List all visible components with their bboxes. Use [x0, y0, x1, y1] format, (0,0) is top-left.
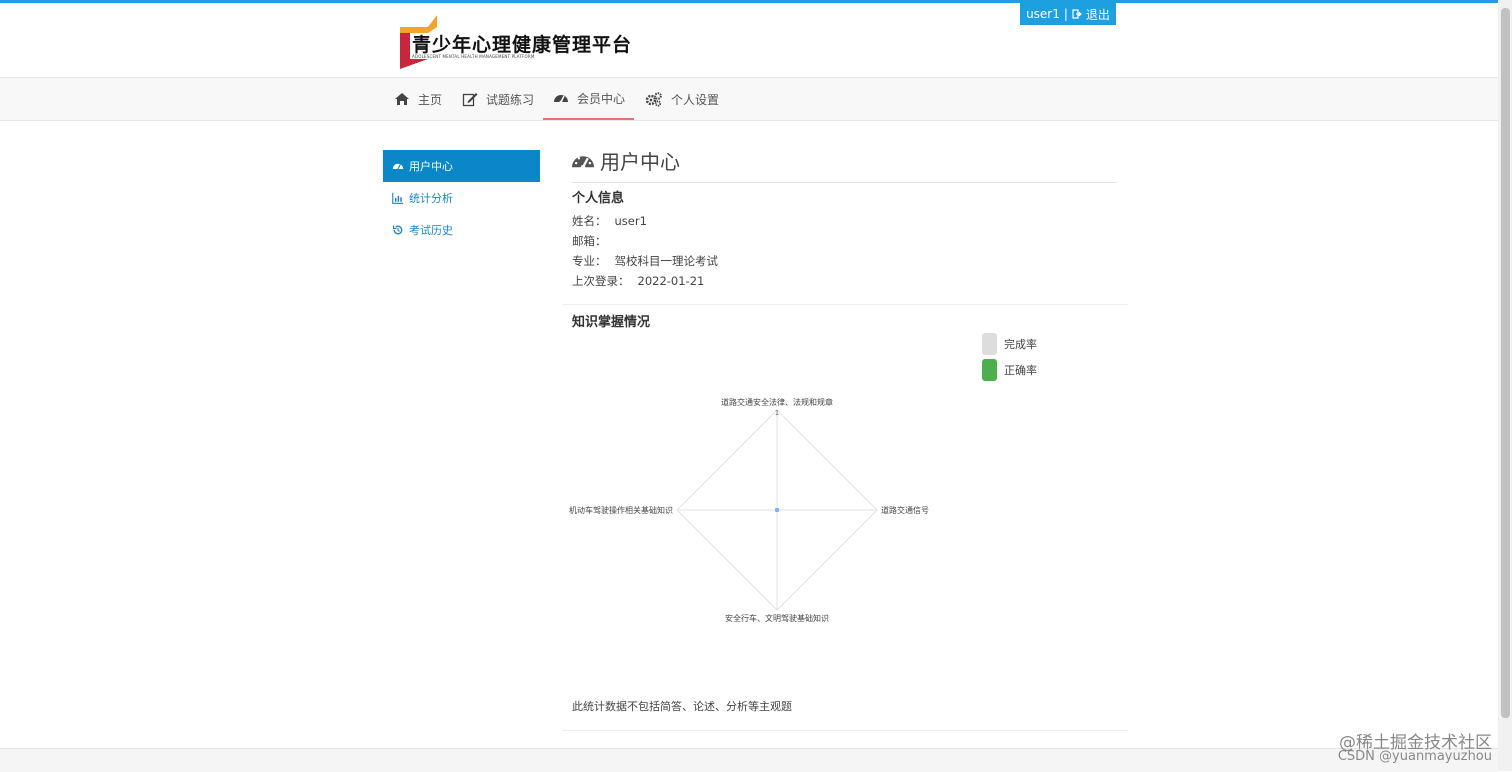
watermark-csdn: CSDN @yuanmayuzhou	[1337, 749, 1492, 764]
site-logo[interactable]: 青少年心理健康管理平台 ADOLESCENT MENTAL HEALTH MAN…	[398, 13, 631, 71]
sidebar-label-statistics: 统计分析	[409, 192, 453, 205]
info-label: 姓名：	[572, 214, 607, 228]
user-separator: |	[1063, 7, 1068, 21]
nav-item-member-center[interactable]: 会员中心	[543, 78, 634, 120]
info-label: 邮箱：	[572, 234, 607, 248]
dashboard-icon	[392, 163, 404, 170]
radar-point	[775, 508, 779, 512]
logo-title: 青少年心理健康管理平台	[412, 34, 633, 56]
knowledge-radar-chart: 道路交通安全法律、法规和规章道路交通信号安全行车、文明驾驶基础知识 机动车驾驶操作…	[569, 397, 929, 623]
scrollbar-thumb[interactable]	[1501, 8, 1510, 718]
page-title: 用户中心	[572, 146, 680, 175]
edit-icon	[462, 93, 478, 107]
info-label: 上次登录：	[572, 274, 630, 288]
sidebar-label-user-center: 用户中心	[409, 160, 453, 173]
title-divider	[572, 182, 1117, 183]
info-value: 驾校科目一理论考试	[614, 254, 719, 268]
radar-axis-label: 安全行车、文明驾驶基础知识	[725, 613, 829, 623]
legend-item-completion[interactable]: 完成率	[982, 333, 1037, 355]
history-icon	[392, 225, 403, 235]
user-menu: user1 | 退出	[1020, 3, 1116, 25]
main-nav: 主页 试题练习 会员中心 个人设置	[0, 77, 1498, 121]
logout-link[interactable]: 退出	[1086, 6, 1110, 23]
dashboard-icon	[554, 95, 568, 104]
nav-item-home[interactable]: 主页	[394, 78, 442, 120]
nav-label-settings: 个人设置	[671, 92, 720, 107]
section-divider	[562, 304, 1128, 305]
sidebar-item-exam-history[interactable]: 考试历史	[383, 214, 540, 246]
info-row-major: 专业： 驾校科目一理论考试	[572, 253, 718, 269]
gears-icon	[645, 92, 662, 107]
legend-label: 完成率	[1004, 338, 1037, 351]
sidebar-label-exam-history: 考试历史	[409, 224, 453, 237]
section-divider	[562, 730, 1128, 731]
personal-info-heading: 个人信息	[572, 191, 625, 206]
home-icon	[395, 93, 409, 105]
nav-label-member-center: 会员中心	[577, 91, 626, 106]
legend-swatch	[982, 359, 997, 381]
stats-note: 此统计数据不包括简答、论述、分析等主观题	[572, 700, 792, 713]
nav-label-practice: 试题练习	[486, 92, 535, 107]
logo-subtitle: ADOLESCENT MENTAL HEALTH MANAGEMENT PLAT…	[412, 54, 535, 59]
site-header: 青少年心理健康管理平台 ADOLESCENT MENTAL HEALTH MAN…	[0, 3, 1498, 77]
nav-label-home: 主页	[418, 92, 443, 107]
footer-bar	[0, 748, 1498, 772]
nav-item-practice[interactable]: 试题练习	[462, 78, 534, 120]
radar-axis-label: 机动车驾驶操作相关基础知识	[569, 505, 673, 515]
legend-item-accuracy[interactable]: 正确率	[982, 359, 1037, 381]
sidebar: 用户中心 统计分析 考试历史	[383, 150, 540, 246]
nav-item-settings[interactable]: 个人设置	[645, 78, 719, 120]
legend-swatch	[982, 333, 997, 355]
radar-axis-label: 道路交通安全法律、法规和规章	[721, 397, 833, 407]
sidebar-item-statistics[interactable]: 统计分析	[383, 182, 540, 214]
info-row-email: 邮箱：	[572, 233, 615, 249]
logout-icon	[1072, 9, 1082, 19]
info-row-name: 姓名： user1	[572, 213, 647, 229]
dashboard-icon	[572, 155, 594, 169]
page-title-text: 用户中心	[600, 150, 680, 174]
info-label: 专业：	[572, 254, 607, 268]
sidebar-item-user-center[interactable]: 用户中心	[383, 150, 540, 182]
radar-tick-label: 1	[775, 409, 779, 417]
legend-label: 正确率	[1004, 364, 1037, 377]
bar-chart-icon	[392, 192, 404, 204]
knowledge-heading: 知识掌握情况	[572, 315, 651, 330]
info-value: 2022-01-21	[637, 274, 705, 288]
radar-axis-label: 道路交通信号	[881, 505, 929, 515]
username-link[interactable]: user1	[1026, 7, 1060, 21]
info-row-last-login: 上次登录： 2022-01-21	[572, 273, 704, 289]
info-value: user1	[614, 214, 647, 228]
